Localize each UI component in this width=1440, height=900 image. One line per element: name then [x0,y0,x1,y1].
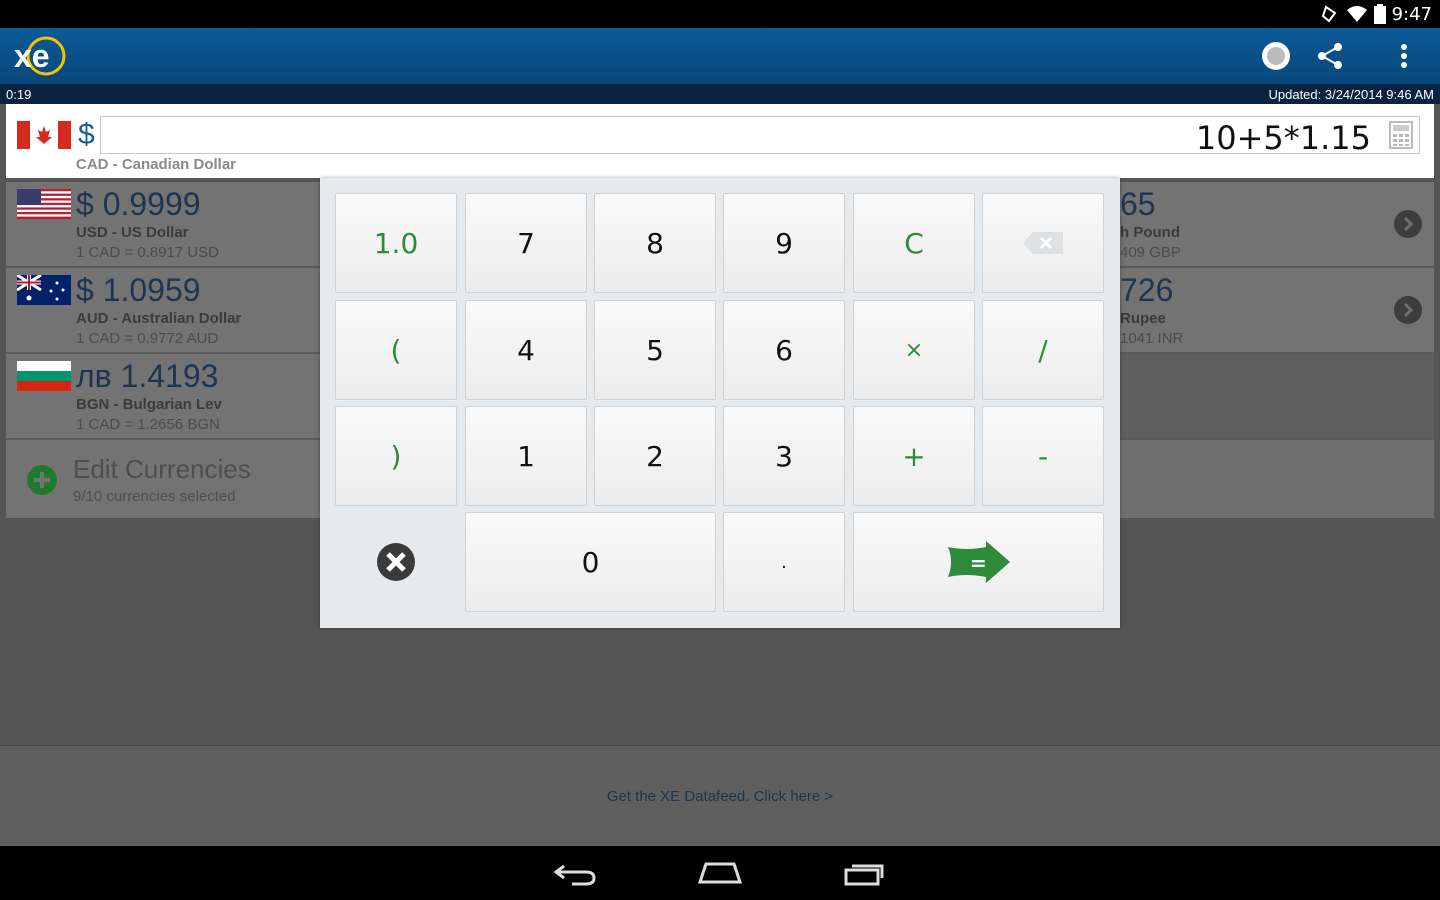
converted-amount: $ 0.9999 [76,186,201,222]
refresh-icon [1262,42,1290,70]
home-icon[interactable] [696,858,744,888]
key-equals[interactable]: = [853,512,1104,612]
converted-amount: $ 1.0959 [76,272,201,308]
edit-currencies-title: Edit Currencies [73,454,251,484]
key-8[interactable]: 8 [594,193,716,293]
clock: 9:47 [1391,3,1432,25]
key-clear[interactable]: C [853,193,975,293]
currency-row-left[interactable]: $ 0.9999 USD - US Dollar 1 CAD = 0.8917 … [6,182,320,266]
share-button[interactable] [1310,36,1350,76]
key-5[interactable]: 5 [594,300,716,400]
currency-name: BGN - Bulgarian Lev [76,396,222,413]
equals-arrow-icon: = [947,541,1010,583]
currency-name: h Pound [1120,224,1180,241]
status-bar: 9:47 [0,0,1440,28]
key-6[interactable]: 6 [723,300,845,400]
datafeed-banner[interactable]: Get the XE Datafeed. Click here > [0,745,1440,847]
backspace-icon [1023,232,1063,254]
logo-text: xe [14,38,50,74]
calculator-keypad: 1.0 7 8 9 C ( 4 5 6 × / ) 1 2 3 + - 0 . … [320,178,1120,628]
key-open-paren[interactable]: ( [335,300,457,400]
status-icons: 9:47 [1320,0,1432,28]
rotation-lock-icon [1321,5,1337,23]
key-9[interactable]: 9 [723,193,845,293]
xe-logo[interactable]: xe [12,34,68,78]
chevron-right-icon[interactable] [1394,296,1422,324]
key-decimal[interactable]: . [723,512,845,612]
currency-row-left[interactable]: $ 1.0959 AUD - Australian Dollar 1 CAD =… [6,268,320,352]
back-icon[interactable] [552,858,600,888]
overflow-menu-icon [1401,44,1407,68]
converted-amount: 726 [1120,272,1174,308]
share-icon [1318,43,1342,69]
key-0[interactable]: 0 [465,512,716,612]
key-plus[interactable]: + [853,406,975,506]
chevron-right-icon[interactable] [1394,210,1422,238]
edit-currencies-button[interactable]: Edit Currencies 9/10 currencies selected [6,440,320,518]
currency-name: USD - US Dollar [76,224,189,241]
close-icon [377,543,415,581]
info-bar: 0:19 Updated: 3/24/2014 9:46 AM [0,84,1440,104]
navigation-bar [0,846,1440,900]
key-2[interactable]: 2 [594,406,716,506]
key-close-paren[interactable]: ) [335,406,457,506]
key-reset-1[interactable]: 1.0 [335,193,457,293]
key-7[interactable]: 7 [465,193,587,293]
base-currency: $ 10+5*1.15 CAD - Canadian Dollar [6,104,1434,178]
currency-name: AUD - Australian Dollar [76,310,242,327]
currency-row-left[interactable]: лв 1.4193 BGN - Bulgarian Lev 1 CAD = 1.… [6,354,320,438]
currency-row-right[interactable]: 726 Rupee 1041 INR [1120,268,1434,352]
bulgaria-flag-icon [17,361,71,391]
currencies-selected-count: 9/10 currencies selected [73,488,236,505]
recent-apps-icon[interactable] [842,858,890,888]
exchange-rate: 1 CAD = 1.2656 BGN [76,416,220,433]
updated-timestamp: Updated: 3/24/2014 9:46 AM [1268,87,1434,102]
currency-row-right[interactable]: 65 h Pound 409 GBP [1120,182,1434,266]
key-3[interactable]: 3 [723,406,845,506]
battery-icon [1373,4,1386,24]
canada-flag-icon[interactable] [17,121,71,149]
base-currency-symbol: $ [78,118,95,151]
currency-name: Rupee [1120,310,1166,327]
refresh-timer: 0:19 [6,87,32,102]
key-minus[interactable]: - [982,406,1104,506]
key-4[interactable]: 4 [465,300,587,400]
base-currency-name: CAD - Canadian Dollar [76,156,237,173]
amount-input[interactable]: 10+5*1.15 [100,116,1420,157]
refresh-button[interactable] [1256,36,1296,76]
usa-flag-icon [17,189,71,219]
exchange-rate: 1041 INR [1120,330,1184,347]
exchange-rate: 1 CAD = 0.8917 USD [76,244,219,261]
datafeed-link[interactable]: Get the XE Datafeed. Click here > [0,788,1440,805]
close-keypad-button[interactable] [335,512,457,612]
equals-label: = [970,551,987,575]
overflow-menu-button[interactable] [1384,36,1424,76]
converted-amount: 65 [1120,186,1156,222]
exchange-rate: 409 GBP [1120,244,1181,261]
converted-amount: лв 1.4193 [76,358,219,394]
amount-value: 10+5*1.15 [1195,119,1371,157]
calculator-icon[interactable] [1389,121,1413,149]
exchange-rate: 1 CAD = 0.9772 AUD [76,330,219,347]
app-bar: xe [0,28,1440,84]
key-1[interactable]: 1 [465,406,587,506]
australia-flag-icon [17,275,71,305]
key-divide[interactable]: / [982,300,1104,400]
add-circle-icon [27,465,57,495]
wifi-icon [1346,6,1367,22]
key-backspace[interactable] [982,193,1104,293]
key-multiply[interactable]: × [853,300,975,400]
